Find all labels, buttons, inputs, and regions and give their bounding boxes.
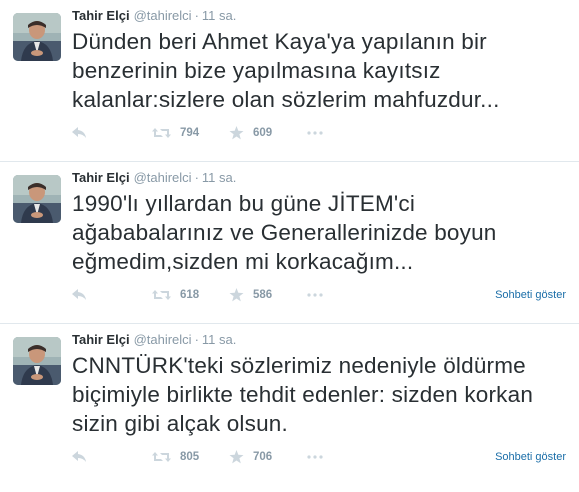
- favorite-count[interactable]: 609: [253, 127, 272, 139]
- star-icon: [229, 288, 244, 302]
- tweet[interactable]: Tahir Elçi @tahirelci · 11 sa. CNNTÜRK'teki…: [0, 324, 579, 490]
- star-icon: [229, 126, 244, 140]
- more-dots-icon: [307, 293, 323, 297]
- author-fullname[interactable]: Tahir Elçi: [72, 170, 130, 185]
- avatar[interactable]: [13, 175, 61, 223]
- tweet-actions: 618 586 Sohbeti göster: [72, 286, 572, 306]
- tweet[interactable]: Tahir Elçi @tahirelci · 11 sa. Dünden beri …: [0, 0, 579, 162]
- tweet-header: Tahir Elçi @tahirelci · 11 sa.: [72, 332, 236, 347]
- tweet-text: CNNTÜRK'teki sözlerimiz nedeniyle öldürm…: [72, 353, 534, 436]
- reply-icon: [72, 451, 86, 462]
- tweet-text: 1990'lı yıllardan bu güne JİTEM'ci ağaba…: [72, 191, 497, 274]
- retweet-count[interactable]: 794: [180, 127, 199, 139]
- separator-dot: ·: [194, 170, 199, 185]
- tweet-actions: 805 706 Sohbeti göster: [72, 448, 572, 468]
- reply-button[interactable]: [72, 286, 87, 304]
- tweet-actions: 794 609: [72, 124, 572, 144]
- favorite-count[interactable]: 586: [253, 289, 272, 301]
- star-icon: [229, 450, 244, 464]
- favorite-button[interactable]: 609: [229, 124, 272, 142]
- retweet-icon: [152, 452, 171, 462]
- more-options-button[interactable]: [307, 448, 323, 466]
- avatar[interactable]: [13, 13, 61, 61]
- separator-dot: ·: [194, 332, 199, 347]
- reply-icon: [72, 127, 86, 138]
- retweet-count[interactable]: 618: [180, 289, 199, 301]
- more-options-button[interactable]: [307, 286, 323, 304]
- retweet-icon: [152, 290, 171, 300]
- tweet-text: Dünden beri Ahmet Kaya'ya yapılanın bir …: [72, 29, 500, 112]
- reply-button[interactable]: [72, 124, 87, 142]
- tweet-timeline: Tahir Elçi @tahirelci · 11 sa. Dünden beri …: [0, 0, 579, 492]
- more-dots-icon: [307, 131, 323, 135]
- author-fullname[interactable]: Tahir Elçi: [72, 8, 130, 23]
- show-conversation-link[interactable]: Sohbeti göster: [495, 286, 566, 304]
- favorite-count[interactable]: 706: [253, 451, 272, 463]
- author-username[interactable]: @tahirelci: [134, 8, 192, 23]
- reply-button[interactable]: [72, 448, 87, 466]
- author-username[interactable]: @tahirelci: [134, 332, 192, 347]
- reply-icon: [72, 289, 86, 300]
- more-dots-icon: [307, 455, 323, 459]
- tweet-header: Tahir Elçi @tahirelci · 11 sa.: [72, 170, 236, 185]
- author-fullname[interactable]: Tahir Elçi: [72, 332, 130, 347]
- author-username[interactable]: @tahirelci: [134, 170, 192, 185]
- more-options-button[interactable]: [307, 124, 323, 142]
- tweet-timestamp[interactable]: 11 sa.: [202, 170, 236, 185]
- tweet-header: Tahir Elçi @tahirelci · 11 sa.: [72, 8, 236, 23]
- retweet-button[interactable]: 794: [152, 124, 199, 142]
- show-conversation-link[interactable]: Sohbeti göster: [495, 448, 566, 466]
- tweet-timestamp[interactable]: 11 sa.: [202, 8, 236, 23]
- retweet-count[interactable]: 805: [180, 451, 199, 463]
- tweet-timestamp[interactable]: 11 sa.: [202, 332, 236, 347]
- tweet[interactable]: Tahir Elçi @tahirelci · 11 sa. 1990'lı yıll…: [0, 162, 579, 324]
- favorite-button[interactable]: 706: [229, 448, 272, 466]
- avatar[interactable]: [13, 337, 61, 385]
- retweet-icon: [152, 128, 171, 138]
- retweet-button[interactable]: 618: [152, 286, 199, 304]
- favorite-button[interactable]: 586: [229, 286, 272, 304]
- retweet-button[interactable]: 805: [152, 448, 199, 466]
- separator-dot: ·: [194, 8, 199, 23]
